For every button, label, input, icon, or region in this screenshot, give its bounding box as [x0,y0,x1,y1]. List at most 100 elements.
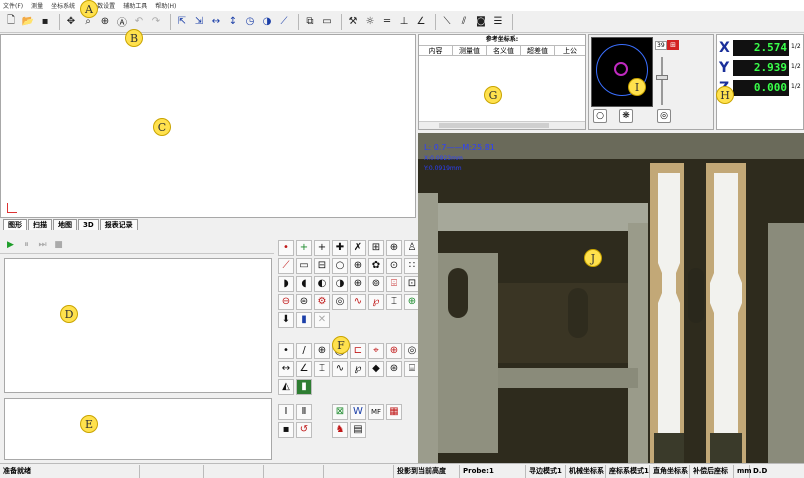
angle-tool-icon[interactable]: ∠ [296,361,312,377]
color-bar-icon[interactable]: ▦ [386,404,402,420]
y-value[interactable]: 2.939 [733,60,789,76]
text-icon[interactable]: Ⓐ [115,15,129,29]
light-slider[interactable] [656,75,668,80]
play-icon[interactable]: ▶ [4,238,17,251]
width-icon[interactable]: ↔ [209,15,223,29]
curve-icon[interactable]: ℘ [368,294,384,310]
distance-icon[interactable]: ⫽ [457,15,471,29]
stop-icon[interactable]: ■ [52,238,65,251]
ring-light-icon[interactable]: ○ [593,109,607,123]
green-block-icon[interactable]: ▮ [296,379,312,395]
perpendicular-icon[interactable]: ⊥ [397,15,411,29]
status-machine-coord[interactable]: 机械坐标系 [566,464,606,478]
sector-light-icon[interactable]: ❋ [619,109,633,123]
cross-point-icon[interactable]: + [296,240,312,256]
menu-file[interactable]: 文件(F) [3,1,23,10]
graphics-view[interactable] [0,34,416,218]
probe-icon[interactable]: ⬇ [278,312,294,328]
edge-line-icon[interactable]: ⊟ [314,258,330,274]
report-lo-icon[interactable]: Ⅰ [278,404,294,420]
reference-scrollbar[interactable] [419,121,585,129]
arc4-icon[interactable]: ◑ [332,276,348,292]
window-icon[interactable]: ▭ [320,15,334,29]
status-rect-coord[interactable]: 直角坐标系 [650,464,690,478]
distance-tool-icon[interactable]: ↔ [278,361,294,377]
gear-shape-icon[interactable]: ⚙ [314,294,330,310]
crosshair-icon[interactable]: ⊕ [98,15,112,29]
line-tool-icon[interactable]: ⟋ [278,258,294,274]
edge-icon[interactable]: ⊞ [368,240,384,256]
zoom-lock-icon[interactable]: ⊞ [667,40,679,50]
col-nominal[interactable]: 名义值 [487,46,521,55]
arc3-icon[interactable]: ◐ [314,276,330,292]
tab-scan[interactable]: 扫描 [28,219,52,230]
menu-help[interactable]: 帮助(H) [155,1,176,10]
dot-icon[interactable]: • [278,343,294,359]
new-icon[interactable]: 🗋 [4,15,18,29]
tab-report[interactable]: 报表记录 [99,219,138,230]
status-probe[interactable]: Probe:1 [460,464,526,478]
status-coord-mode[interactable]: 座标系模式1 [606,464,650,478]
person-run-icon[interactable]: ♞ [332,422,348,438]
arrow-icon[interactable]: ⇱ [175,15,189,29]
wave-tool-icon[interactable]: ∿ [332,361,348,377]
y-resolution[interactable]: 1/2 [791,63,801,70]
slash-icon[interactable]: / [296,343,312,359]
tools-icon[interactable]: ⚒ [346,15,360,29]
status-project-height[interactable]: 投影到当前高度 [394,464,460,478]
status-comp-coord[interactable]: 补偿后座标 [690,464,734,478]
box-arc-icon[interactable]: ⌹ [386,276,402,292]
slot-icon[interactable]: ⊖ [278,294,294,310]
phone-icon[interactable]: ▮ [296,312,312,328]
redo-icon[interactable]: ↷ [149,15,163,29]
tab-3d[interactable]: 3D [78,219,99,230]
report-ls-icon[interactable]: Ⅱ [296,404,312,420]
rect-construct-icon[interactable]: ⊏ [350,343,366,359]
ring-icon[interactable]: ◎ [332,294,348,310]
status-decimal[interactable]: D.D [750,465,767,478]
coaxial-light-icon[interactable]: ◎ [657,109,671,123]
list-icon[interactable]: ☰ [491,15,505,29]
circle2-icon[interactable]: ◑ [260,15,274,29]
open-icon[interactable]: 📂 [21,15,35,29]
undo-report-icon[interactable]: ↺ [296,422,312,438]
word-icon[interactable]: W [350,404,366,420]
undo-icon[interactable]: ↶ [132,15,146,29]
menu-measure[interactable]: 测量 [31,1,43,10]
intersect-icon[interactable]: ✗ [350,240,366,256]
sun-icon[interactable]: ☼ [363,15,377,29]
circle-icon[interactable]: ◷ [243,15,257,29]
height-icon[interactable]: ↕ [226,15,240,29]
cone-icon[interactable]: ◭ [278,379,294,395]
height-tool2-icon[interactable]: ⌶ [314,361,330,377]
arrow2-icon[interactable]: ⇲ [192,15,206,29]
diamond-icon[interactable]: ◆ [368,361,384,377]
col-deviation[interactable]: 超差值 [521,46,555,55]
zoom-value[interactable]: 39 [655,41,667,50]
circle-plus-icon[interactable]: ⊕ [314,343,330,359]
output-pane[interactable] [4,398,272,460]
rect-line-icon[interactable]: ▭ [296,258,312,274]
z-value[interactable]: 0.000 [733,80,789,96]
x-value[interactable]: 2.574 [733,40,789,56]
circle-cross-icon[interactable]: ⊕ [350,258,366,274]
angle-icon[interactable]: ∠ [414,15,428,29]
circle-tool-icon[interactable]: ○ [332,258,348,274]
curve-tool-icon[interactable]: ℘ [350,361,366,377]
pause-icon[interactable]: ⏸ [20,238,33,251]
tab-graphics[interactable]: 图形 [3,219,27,230]
menu-coordinate-system[interactable]: 坐标系统 [51,1,75,10]
cam-icon[interactable]: ◙ [474,15,488,29]
mf-button[interactable]: MF [368,404,384,420]
col-measured[interactable]: 测量值 [453,46,487,55]
tab-map[interactable]: 地图 [53,219,77,230]
height-tool-icon[interactable]: ⌶ [386,294,402,310]
camera-preview[interactable] [591,37,653,107]
wave-icon[interactable]: ∿ [350,294,366,310]
camera-video[interactable]: L: 0.7——M:25.81 X:0.0923mm Y:0.0919mm [418,133,804,463]
line-tool-icon[interactable]: ⟍ [440,15,454,29]
step-icon[interactable]: ⏭ [36,238,49,251]
circle-cross-red-icon[interactable]: ⊕ [386,343,402,359]
delete-icon[interactable]: ✕ [314,312,330,328]
box-icon[interactable]: ⧉ [303,15,317,29]
